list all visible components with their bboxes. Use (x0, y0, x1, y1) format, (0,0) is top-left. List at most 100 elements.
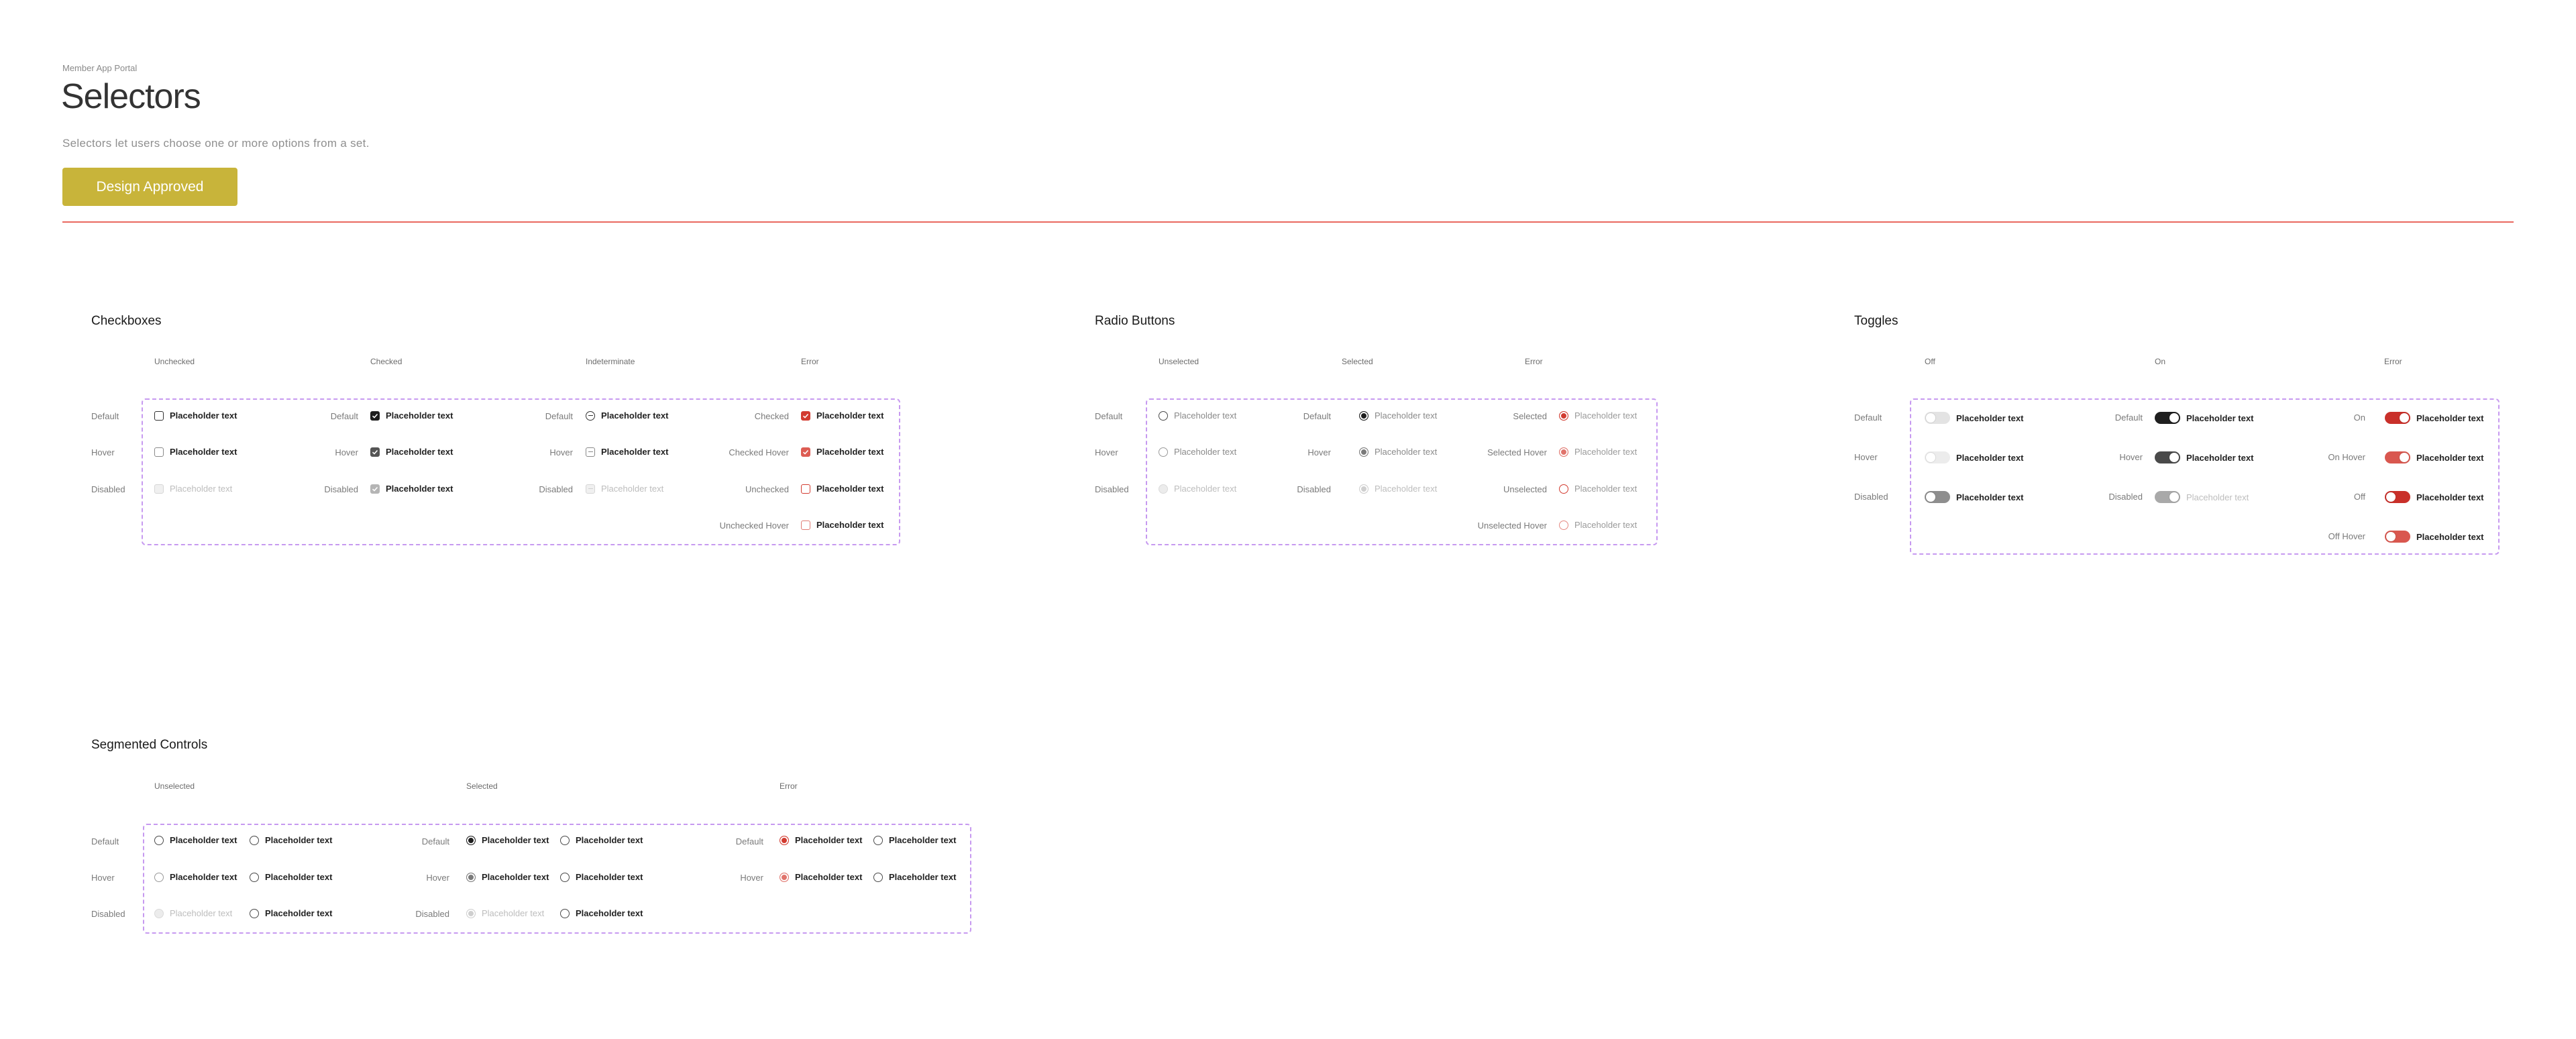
segment-label: Placeholder text (170, 908, 233, 918)
segment-error-hover-1[interactable]: Placeholder text (780, 872, 862, 882)
checkbox-label: Placeholder text (816, 484, 884, 494)
minus-icon (586, 447, 595, 457)
checkbox-label: Placeholder text (816, 520, 884, 530)
toggle-switch (1925, 491, 1950, 503)
page-title: Selectors (61, 77, 201, 116)
radio-selected-default[interactable]: Placeholder text (1359, 411, 1437, 421)
toggle-off-default[interactable]: Placeholder text (1925, 412, 2023, 424)
radio-row-disabled: Disabled (1095, 484, 1129, 494)
toggle-error-on[interactable]: Placeholder text (2385, 412, 2483, 424)
radio-selected-hover[interactable]: Placeholder text (1359, 447, 1437, 457)
checkbox-unchecked-default[interactable]: Placeholder text (154, 411, 237, 421)
radio-dot-icon (1359, 411, 1368, 421)
segment-unselected-hover-2[interactable]: Placeholder text (250, 872, 332, 882)
radio-circle (154, 908, 164, 918)
segment-selected-state-default: Default (421, 836, 449, 846)
segment-error-default-1[interactable]: Placeholder text (780, 835, 862, 845)
radio-selected-state-disabled: Disabled (1297, 484, 1331, 494)
segment-selected-default-1[interactable]: Placeholder text (466, 835, 549, 845)
radio-error-selected-hover[interactable]: Placeholder text (1559, 447, 1637, 457)
toggle-on-default[interactable]: Placeholder text (2155, 412, 2253, 424)
checkboxes-col-error: Error (801, 357, 819, 366)
segment-selected-hover-2[interactable]: Placeholder text (560, 872, 643, 882)
checkbox-label: Placeholder text (816, 447, 884, 457)
checkbox-error-checked-hover[interactable]: Placeholder text (801, 447, 883, 457)
checked-state-disabled: Disabled (324, 484, 358, 494)
radio-error-unselected-hover[interactable]: Placeholder text (1559, 520, 1637, 530)
toggle-off-hover[interactable]: Placeholder text (1925, 451, 2023, 463)
radio-error-selected[interactable]: Placeholder text (1559, 411, 1637, 421)
toggle-switch (1925, 412, 1950, 424)
segment-label: Placeholder text (265, 872, 333, 882)
radio-error-state-selected-hover: Selected Hover (1487, 447, 1547, 457)
segment-unselected-disabled-1: Placeholder text (154, 908, 232, 918)
checkbox-label: Placeholder text (170, 411, 237, 421)
toggle-error-off[interactable]: Placeholder text (2385, 491, 2483, 503)
checkbox-checked-default[interactable]: Placeholder text (370, 411, 453, 421)
radio-circle (1159, 484, 1168, 494)
checkbox-box (801, 484, 810, 494)
toggle-off-disabled: Placeholder text (1925, 491, 2023, 503)
minus-icon (586, 411, 595, 421)
checkboxes-col-unchecked: Unchecked (154, 357, 195, 366)
checkbox-label: Placeholder text (601, 447, 669, 457)
segment-label: Placeholder text (889, 835, 957, 845)
segment-selected-disabled-2[interactable]: Placeholder text (560, 908, 643, 918)
toggle-on-hover[interactable]: Placeholder text (2155, 451, 2253, 463)
radio-selected-state-default: Default (1303, 411, 1331, 421)
toggle-label: Placeholder text (2186, 452, 2254, 463)
checkbox-indeterminate-hover[interactable]: Placeholder text (586, 447, 668, 457)
radio-title: Radio Buttons (1095, 314, 1175, 328)
radio-dot-icon (466, 835, 476, 845)
segment-selected-hover-1[interactable]: Placeholder text (466, 872, 549, 882)
radio-label: Placeholder text (1574, 411, 1638, 421)
segment-unselected-disabled-2[interactable]: Placeholder text (250, 908, 332, 918)
radio-label: Placeholder text (1174, 411, 1237, 421)
checkboxes-row-default: Default (91, 411, 119, 421)
radio-unselected-hover[interactable]: Placeholder text (1159, 447, 1236, 457)
check-icon (370, 411, 380, 421)
radio-dot-icon (780, 872, 789, 882)
segment-label: Placeholder text (889, 872, 957, 882)
radio-row-default: Default (1095, 411, 1123, 421)
checkbox-checked-hover[interactable]: Placeholder text (370, 447, 453, 457)
radio-unselected-default[interactable]: Placeholder text (1159, 411, 1236, 421)
segment-error-default-2[interactable]: Placeholder text (873, 835, 956, 845)
checkbox-error-unchecked[interactable]: Placeholder text (801, 484, 883, 494)
toggle-error-on-hover[interactable]: Placeholder text (2385, 451, 2483, 463)
radio-col-error: Error (1525, 357, 1543, 366)
radio-error-state-unselected: Unselected (1503, 484, 1547, 494)
toggle-switch (1925, 451, 1950, 463)
checkbox-indeterminate-default[interactable]: Placeholder text (586, 411, 668, 421)
segment-error-hover-2[interactable]: Placeholder text (873, 872, 956, 882)
radio-col-selected: Selected (1342, 357, 1373, 366)
checkbox-label: Placeholder text (601, 484, 664, 494)
checkbox-error-checked[interactable]: Placeholder text (801, 411, 883, 421)
checkbox-error-unchecked-hover[interactable]: Placeholder text (801, 520, 883, 530)
check-icon (370, 484, 380, 494)
error-state-checked: Checked (754, 411, 789, 421)
indeterminate-state-default: Default (545, 411, 573, 421)
segment-unselected-default-1[interactable]: Placeholder text (154, 835, 237, 845)
design-approved-button[interactable]: Design Approved (62, 168, 237, 206)
toggles-row-disabled: Disabled (1854, 492, 1888, 502)
segment-label: Placeholder text (170, 872, 237, 882)
segment-unselected-hover-1[interactable]: Placeholder text (154, 872, 237, 882)
radio-circle (250, 872, 259, 882)
segment-selected-default-2[interactable]: Placeholder text (560, 835, 643, 845)
breadcrumb-kicker: Member App Portal (62, 63, 138, 73)
toggle-switch (2155, 412, 2180, 424)
radio-circle (1559, 484, 1568, 494)
toggle-error-off-hover[interactable]: Placeholder text (2385, 531, 2483, 543)
radio-dot-icon (1559, 447, 1568, 457)
checkbox-label: Placeholder text (170, 484, 233, 494)
radio-error-unselected[interactable]: Placeholder text (1559, 484, 1637, 494)
radio-error-state-unselected-hover: Unselected Hover (1477, 521, 1547, 531)
toggles-row-hover: Hover (1854, 452, 1878, 462)
segmented-col-error: Error (780, 781, 798, 791)
toggle-on-state-disabled: Disabled (2108, 492, 2143, 502)
segment-unselected-default-2[interactable]: Placeholder text (250, 835, 332, 845)
checkbox-unchecked-hover[interactable]: Placeholder text (154, 447, 237, 457)
toggle-error-state-on: On (2353, 413, 2365, 423)
toggle-label: Placeholder text (2186, 492, 2249, 502)
